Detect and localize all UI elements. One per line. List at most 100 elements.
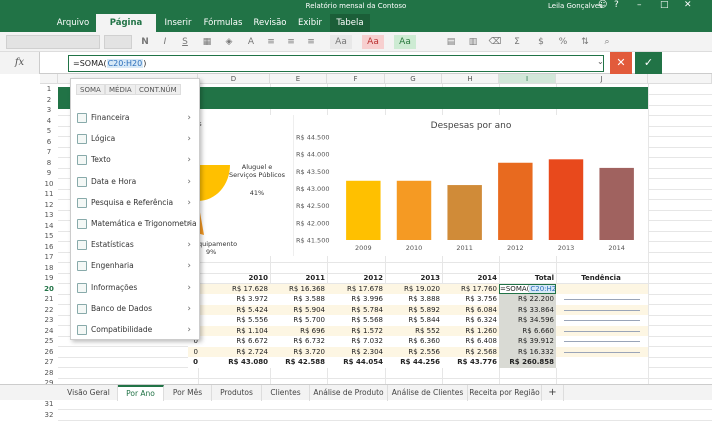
sheet-tab-por-ano[interactable]: Por Ano [118, 385, 164, 401]
menu-item-3[interactable]: Data e Hora › [71, 172, 199, 192]
font-size-box[interactable] [104, 35, 132, 49]
chevron-down-icon[interactable]: ⌄ [597, 57, 604, 66]
formula-input[interactable]: =SOMA(C20:H20) [68, 55, 604, 72]
underline-button[interactable]: S [178, 35, 192, 49]
smiley-icon[interactable]: ☺ [598, 0, 607, 10]
row-header-17[interactable]: 17 [40, 252, 58, 263]
font-color-icon[interactable]: A [244, 35, 258, 49]
table-cell[interactable]: R$ 3.972 [198, 294, 270, 305]
bar-2011[interactable] [447, 185, 482, 240]
row-header-28[interactable]: 28 [40, 368, 58, 379]
table-cell[interactable]: R$ 6.324 [442, 315, 499, 326]
table-cell[interactable]: R$ 2.568 [442, 347, 499, 358]
sheet-tab-analise-produto[interactable]: Análise de Produto [310, 385, 388, 401]
chip-cont-num[interactable]: CONT.NÚM [135, 84, 181, 95]
align-right-icon[interactable]: ≡ [304, 35, 318, 49]
sheet-tab-visao-geral[interactable]: Visão Geral [60, 385, 118, 401]
menu-item-9[interactable]: Banco de Dados › [71, 299, 199, 319]
table-cell[interactable]: R$ 5.568 [327, 315, 385, 326]
table-cell[interactable]: R$ 6.084 [442, 305, 499, 316]
user-name[interactable]: Leila Gonçalves [548, 2, 603, 10]
menu-item-4[interactable]: Pesquisa e Referência › [71, 193, 199, 213]
row-header-21[interactable]: 21 [40, 294, 58, 305]
tab-inserir[interactable]: Inserir [160, 14, 196, 32]
row-header-6[interactable]: 6 [40, 137, 58, 148]
sheet-tab-analise-clientes[interactable]: Análise de Clientes [388, 385, 468, 401]
sheet-tab-por-mes[interactable]: Por Mês [164, 385, 212, 401]
row-header-20[interactable]: 20 [40, 284, 58, 295]
table-cell[interactable]: R$ 5.844 [385, 315, 442, 326]
table-cell[interactable]: R$ 3.756 [442, 294, 499, 305]
row-header-26[interactable]: 26 [40, 347, 58, 358]
sum-button[interactable]: Σ [510, 35, 524, 49]
style-good-button[interactable]: Aa [394, 35, 416, 49]
font-name-box[interactable] [6, 35, 100, 49]
style-bad-button[interactable]: Aa [362, 35, 384, 49]
column-header-i[interactable]: I [499, 74, 556, 84]
clear-icon[interactable]: ⌫ [488, 35, 502, 49]
tab-pagina-inicial[interactable]: Página Inicial [96, 14, 156, 46]
sort-icon[interactable]: ⇅ [578, 35, 592, 49]
bar-2010[interactable] [396, 180, 432, 240]
row-header-13[interactable]: 13 [40, 210, 58, 221]
align-left-icon[interactable]: ≡ [264, 35, 278, 49]
table-header[interactable]: 2010 [198, 273, 270, 284]
table-cell[interactable]: R$ 3.888 [385, 294, 442, 305]
table-cell[interactable]: R$ 6.408 [442, 336, 499, 347]
currency-button[interactable]: $ [534, 35, 548, 49]
table-cell[interactable]: R$ 552 [385, 326, 442, 337]
italic-button[interactable]: I [158, 35, 172, 49]
maximize-icon[interactable]: □ [660, 0, 669, 10]
fill-color-icon[interactable]: ◈ [222, 35, 236, 49]
table-cell[interactable]: R$ 17.628 [198, 284, 270, 295]
find-icon[interactable]: ⌕ [600, 35, 614, 49]
table-cell[interactable]: R$ 3.996 [327, 294, 385, 305]
column-header-g[interactable]: G [385, 74, 442, 84]
confirm-formula-button[interactable]: ✓ [635, 52, 662, 74]
total-cell[interactable]: R$ 33.864 [499, 304, 556, 315]
column-header-f[interactable]: F [327, 74, 385, 84]
menu-item-7[interactable]: Engenharia › [71, 256, 199, 276]
row-header-23[interactable]: 23 [40, 315, 58, 326]
table-cell[interactable]: R$ 44.256 [385, 357, 442, 368]
table-header[interactable]: 2011 [270, 273, 327, 284]
sheet-tab-receita-regiao[interactable]: Receita por Região [468, 385, 542, 401]
table-cell[interactable]: R$ 1.572 [327, 326, 385, 337]
table-header[interactable]: Total [499, 273, 556, 284]
row-header-12[interactable]: 12 [40, 200, 58, 211]
row-header-2[interactable]: 2 [40, 95, 58, 106]
total-cell[interactable]: R$ 34.596 [499, 315, 556, 326]
bar-2014[interactable] [599, 167, 634, 240]
table-cell[interactable]: R$ 5.424 [198, 305, 270, 316]
style-normal-button[interactable]: Aa [330, 35, 352, 49]
table-cell[interactable]: R$ 43.080 [198, 357, 270, 368]
column-header-d[interactable]: D [198, 74, 270, 84]
table-header[interactable]: 2013 [385, 273, 442, 284]
table-cell[interactable]: R$ 6.732 [270, 336, 327, 347]
tab-formulas[interactable]: Fórmulas [200, 14, 246, 32]
tab-arquivo[interactable]: Arquivo [54, 14, 92, 32]
table-cell[interactable]: R$ 42.588 [270, 357, 327, 368]
cancel-formula-button[interactable]: ✕ [610, 52, 632, 74]
bar-2012[interactable] [498, 162, 533, 240]
row-header-7[interactable]: 7 [40, 147, 58, 158]
row-header-15[interactable]: 15 [40, 231, 58, 242]
table-cell[interactable]: R$ 44.054 [327, 357, 385, 368]
bar-2009[interactable] [346, 180, 381, 240]
row-header-3[interactable]: 3 [40, 105, 58, 116]
fx-icon[interactable]: fx [0, 52, 40, 74]
bar-2013[interactable] [548, 159, 584, 240]
close-icon[interactable]: ✕ [684, 0, 692, 10]
total-cell[interactable]: R$ 16.332 [499, 346, 556, 357]
row-header-24[interactable]: 24 [40, 326, 58, 337]
table-cell[interactable]: R$ 16.368 [270, 284, 327, 295]
editing-cell[interactable]: =SOMA(C20:H20 [499, 283, 556, 294]
column-header-e[interactable]: E [270, 74, 327, 84]
bar-chart[interactable]: Despesas por ano R$ 41.500 R$ 42.000 R$ 42… [294, 115, 648, 256]
row-header-8[interactable]: 8 [40, 158, 58, 169]
table-cell[interactable]: R$ 1.260 [442, 326, 499, 337]
row-header-14[interactable]: 14 [40, 221, 58, 232]
table-cell[interactable]: R$ 1.104 [198, 326, 270, 337]
menu-item-10[interactable]: Compatibilidade › [71, 320, 199, 340]
table-cell[interactable]: R$ 3.720 [270, 347, 327, 358]
